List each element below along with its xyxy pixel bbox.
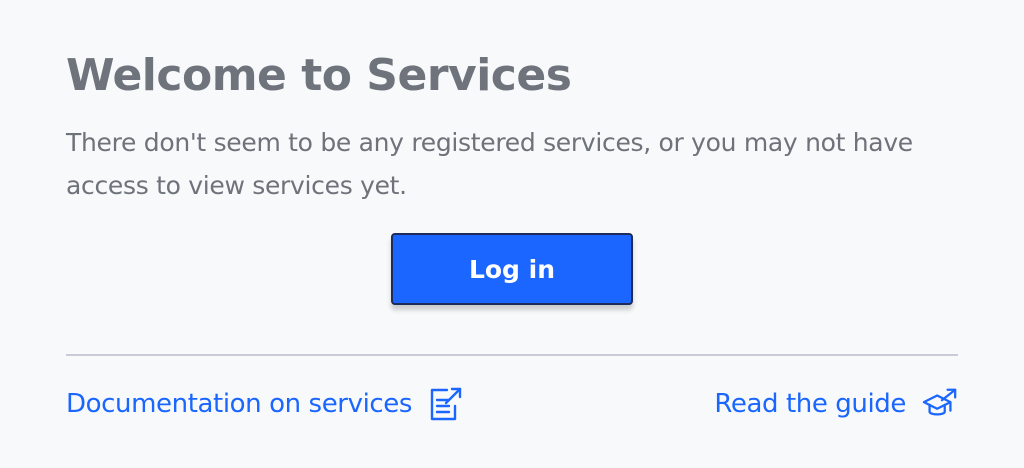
divider <box>66 354 958 356</box>
welcome-panel: Welcome to Services There don't seem to … <box>66 0 958 468</box>
login-button-label: Log in <box>468 254 556 284</box>
document-external-link-icon <box>428 386 464 422</box>
documentation-link-label: Documentation on services <box>66 389 413 419</box>
graduation-cap-external-link-icon <box>922 386 958 422</box>
read-guide-link[interactable]: Read the guide <box>714 386 958 422</box>
empty-state-message: There don't seem to be any registered se… <box>66 128 913 200</box>
documentation-link[interactable]: Documentation on services <box>66 386 464 422</box>
read-guide-link-label: Read the guide <box>714 389 906 419</box>
page-title: Welcome to Services <box>66 50 572 101</box>
login-button[interactable]: Log in <box>391 233 633 305</box>
